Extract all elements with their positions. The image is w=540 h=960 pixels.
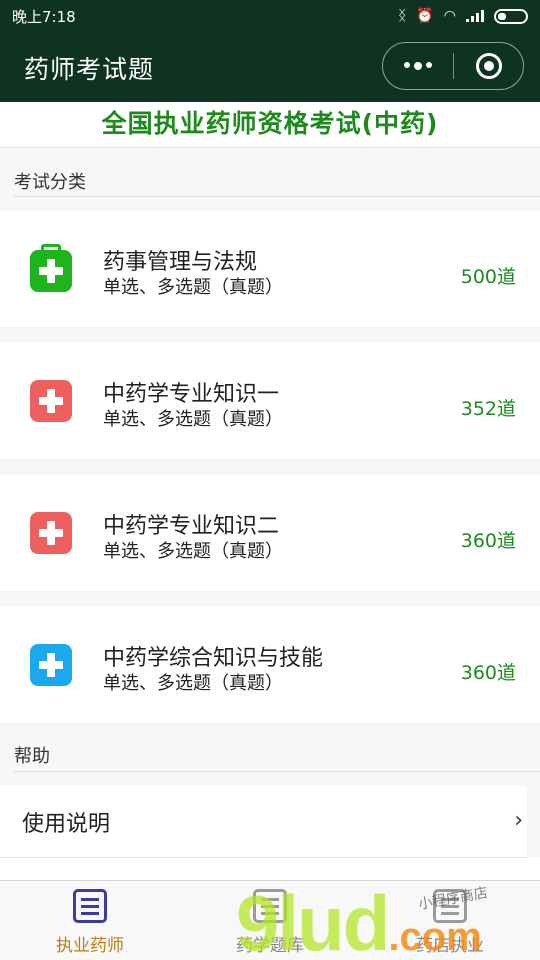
title-bar: 药师考试题	[0, 32, 540, 102]
exam-item-tcm-knowledge-1[interactable]: 中药学专业知识一 单选、多选题（真题） 352道	[0, 343, 540, 459]
exam-item-name: 中药学专业知识二	[103, 514, 280, 539]
signal-icon	[466, 10, 484, 22]
page-title: 全国执业药师资格考试(中药)	[0, 102, 540, 148]
section-divider	[14, 771, 540, 772]
bluetooth-icon: ᛝ	[397, 8, 407, 24]
status-bar: 晚上7:18 ᛝ ⏰ ◠	[0, 0, 540, 32]
target-circle-icon	[475, 53, 502, 79]
exam-item-pharmacy-law[interactable]: 药事管理与法规 单选、多选题（真题） 500道	[0, 211, 540, 327]
close-mini-program-button[interactable]	[454, 53, 523, 79]
exam-item-count: 500道	[460, 266, 516, 288]
exam-item-count: 360道	[460, 662, 516, 684]
wifi-icon: ◠	[443, 8, 456, 24]
plus-icon	[30, 380, 72, 422]
exam-item-count: 360道	[460, 530, 516, 552]
help-item-label: 使用说明	[22, 812, 111, 837]
medical-kit-icon	[30, 244, 72, 292]
exam-item-subtitle: 单选、多选题（真题）	[103, 673, 283, 694]
help-item-instructions[interactable]: 使用说明 ›	[0, 786, 527, 858]
plus-icon	[30, 512, 72, 554]
watermark-suffix: .com	[388, 915, 482, 959]
plus-icon	[30, 644, 72, 686]
tab-licensed-pharmacist[interactable]: 执业药师	[0, 881, 180, 960]
battery-icon	[494, 8, 528, 24]
exam-item-subtitle: 单选、多选题（真题）	[103, 277, 283, 298]
section-label-exam-category: 考试分类	[14, 172, 86, 193]
exam-item-name: 中药学专业知识一	[103, 382, 280, 407]
alarm-icon: ⏰	[416, 8, 434, 24]
dot-icon	[414, 62, 422, 70]
dot-icon	[404, 62, 410, 68]
dot-icon	[426, 62, 432, 68]
chevron-right-icon: ›	[514, 808, 523, 833]
help-item-partial	[0, 858, 540, 880]
watermark-brand: 9lud	[236, 879, 390, 960]
list-icon	[73, 889, 107, 923]
section-divider	[14, 196, 540, 197]
mini-program-capsule	[382, 42, 524, 90]
exam-item-count: 352道	[460, 398, 516, 420]
exam-item-tcm-comprehensive[interactable]: 中药学综合知识与技能 单选、多选题（真题） 360道	[0, 607, 540, 723]
tab-label: 执业药师	[56, 936, 124, 956]
exam-item-name: 药事管理与法规	[103, 250, 258, 275]
exam-item-subtitle: 单选、多选题（真题）	[103, 409, 283, 430]
section-label-help: 帮助	[14, 746, 50, 767]
exam-item-subtitle: 单选、多选题（真题）	[103, 541, 283, 562]
exam-item-name: 中药学综合知识与技能	[103, 646, 324, 671]
status-icons: ᛝ ⏰ ◠	[397, 8, 528, 24]
app-title: 药师考试题	[24, 55, 155, 84]
exam-item-tcm-knowledge-2[interactable]: 中药学专业知识二 单选、多选题（真题） 360道	[0, 475, 540, 591]
more-menu-button[interactable]	[383, 62, 453, 70]
status-time: 晚上7:18	[12, 7, 76, 26]
